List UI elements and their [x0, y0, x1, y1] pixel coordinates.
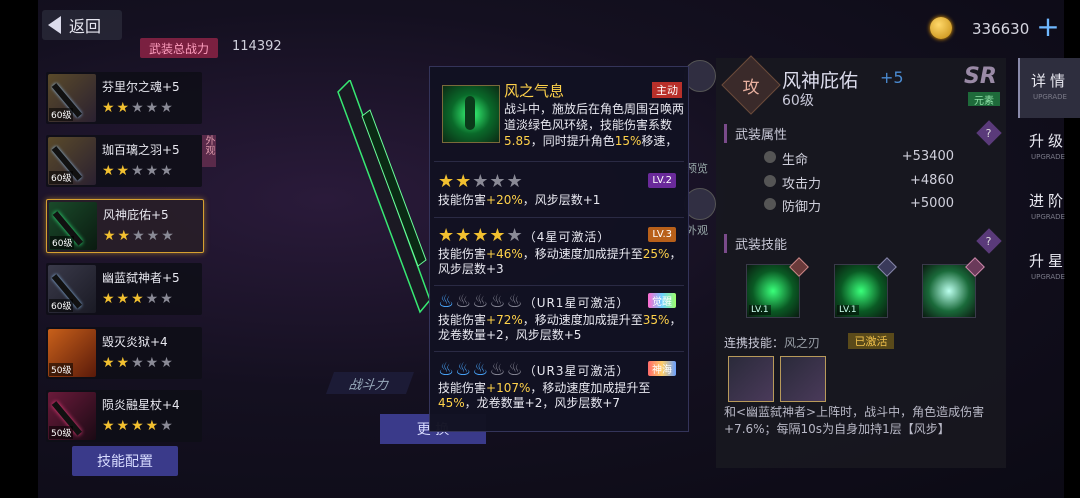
weapon-stars: ★★★★★	[102, 291, 175, 307]
weapon-stars: ★★★★★	[102, 418, 175, 434]
combo-name: 风之刃	[784, 336, 821, 350]
weapon-thumb: 50级	[48, 329, 96, 377]
weapon-name: 幽蓝弑神者+5	[102, 271, 180, 285]
weapon-skill-icon[interactable]: LV.1	[746, 264, 800, 318]
weapon-plus: +5	[880, 68, 904, 87]
divider	[434, 351, 684, 352]
weapon-stars: ★★★★★	[102, 163, 175, 179]
weapon-level: 60级	[782, 93, 814, 109]
attr-row: 攻击力 +4860	[764, 172, 964, 192]
tier-badge: 觉醒	[648, 293, 676, 308]
appearance-tag: 外观	[202, 135, 216, 167]
tier-badge: 神海	[648, 361, 676, 376]
skill-tooltip: 风之气息 主动 战斗中，施放后在角色周围召唤两道淡绿色风环绕，技能伤害系数5.8…	[429, 66, 689, 432]
divider	[434, 217, 684, 218]
tier-text: 技能伤害+20%，风步层数+1	[438, 193, 601, 207]
combo-weapon-slot[interactable]	[728, 356, 774, 402]
total-power-label: 武装总战力	[140, 38, 218, 58]
tier-flames: ♨♨♨♨♨（UR1星可激活）	[438, 291, 630, 312]
defense-icon	[764, 198, 776, 210]
tab-star-up[interactable]: 升星 UPGRADE	[1018, 238, 1078, 298]
tier-stars: ★★★★★（4星可激活）	[438, 225, 611, 246]
tier-text: 技能伤害+107%，移动速度加成提升至45%，龙卷数量+2，风步层数+7	[438, 381, 651, 410]
weapon-name: 珈百璃之羽+5	[102, 143, 180, 157]
add-currency-button[interactable]: +	[1034, 13, 1062, 42]
combo-label: 连携技能：	[724, 336, 785, 350]
combo-weapon-slot[interactable]	[780, 356, 826, 402]
preview-label: 预览	[686, 162, 708, 175]
weapon-title: 风神庇佑	[782, 70, 859, 92]
currency-value: 336630	[972, 20, 1030, 38]
combat-power-label: 战斗力	[325, 372, 415, 394]
weapon-item[interactable]: 50级 陨炎融星杖+4 ★★★★★	[46, 390, 202, 442]
tier-badge: LV.2	[648, 173, 676, 188]
weapon-stars: ★★★★★	[102, 355, 175, 371]
wind-skill-icon	[442, 85, 500, 143]
back-button[interactable]: 返回	[42, 10, 122, 40]
weapon-thumb: 60级	[48, 74, 96, 122]
weapon-item-selected[interactable]: 60级 风神庇佑+5 ★★★★★	[46, 199, 204, 253]
active-tag: 主动	[652, 82, 682, 98]
weapon-stars: ★★★★★	[103, 228, 176, 244]
weapon-thumb: 60级	[49, 202, 97, 250]
left-edge	[0, 0, 38, 498]
attr-section-title: 武装属性	[724, 124, 787, 143]
tab-upgrade[interactable]: 升级 UPGRADE	[1018, 118, 1078, 178]
divider	[434, 285, 684, 286]
divider	[434, 161, 684, 162]
tier-stars: ★★★★★	[438, 171, 524, 192]
weapon-thumb: 60级	[48, 265, 96, 313]
tier-text: 技能伤害+46%，移动速度加成提升至25%，风步层数+3	[438, 247, 682, 276]
game-screen: 返回 武装总战力 114392 336630 + 60级 芬里尔之魂+5 ★★★…	[0, 0, 1080, 498]
skill-config-button[interactable]: 技能配置	[72, 446, 178, 476]
tier-text: 技能伤害+72%，移动速度加成提升至35%，龙卷数量+2，风步层数+5	[438, 313, 682, 342]
skill-title: 风之气息	[504, 82, 565, 100]
back-label: 返回	[69, 17, 102, 36]
tab-details[interactable]: 详情 UPGRADE	[1018, 58, 1080, 118]
weapon-item[interactable]: 60级 珈百璃之羽+5 ★★★★★ 外观	[46, 135, 216, 187]
hp-icon	[764, 151, 776, 163]
attr-row: 防御力 +5000	[764, 195, 964, 215]
coin-icon	[930, 17, 952, 39]
total-power-value: 114392	[232, 39, 282, 54]
weapon-item[interactable]: 60级 芬里尔之魂+5 ★★★★★	[46, 72, 202, 124]
rarity-badge: SR	[964, 64, 997, 89]
tab-advance[interactable]: 进阶 UPGRADE	[1018, 178, 1078, 238]
appearance-label: 外观	[686, 224, 708, 237]
skill-description: 战斗中，施放后在角色周围召唤两道淡绿色风环绕，技能伤害系数5.85，同时提升角色…	[504, 102, 684, 148]
weapon-stars: ★★★★★	[102, 100, 175, 116]
weapon-item[interactable]: 60级 幽蓝弑神者+5 ★★★★★	[46, 263, 202, 315]
weapon-name: 芬里尔之魂+5	[102, 80, 180, 94]
weapon-name: 毁灭炎狱+4	[102, 335, 168, 349]
weapon-name: 风神庇佑+5	[103, 208, 169, 222]
side-icons: 预览 外观	[684, 60, 718, 260]
attr-row: 生命 +53400	[764, 148, 964, 168]
weapon-name: 陨炎融星杖+4	[102, 398, 180, 412]
attack-icon	[764, 175, 776, 187]
weapon-skill-icon[interactable]	[922, 264, 976, 318]
element-badge: 元素	[968, 92, 1000, 107]
weapon-artwork	[337, 80, 431, 314]
weapon-thumb: 50级	[48, 392, 96, 440]
tier-badge: LV.3	[648, 227, 676, 242]
combo-status-badge: 已激活	[848, 333, 894, 349]
skill-section-title: 武装技能	[724, 234, 787, 253]
back-arrow-icon	[48, 16, 61, 34]
weapon-skill-icon[interactable]: LV.1	[834, 264, 888, 318]
weapon-thumb: 60级	[48, 137, 96, 185]
tier-flames: ♨♨♨♨♨（UR3星可激活）	[438, 359, 630, 380]
combo-description: 和<幽蓝弑神者>上阵时，战斗中，角色造成伤害+7.6%；每隔10s为自身加持1层…	[724, 405, 985, 436]
weapon-item[interactable]: 50级 毁灭炎狱+4 ★★★★★	[46, 327, 202, 379]
